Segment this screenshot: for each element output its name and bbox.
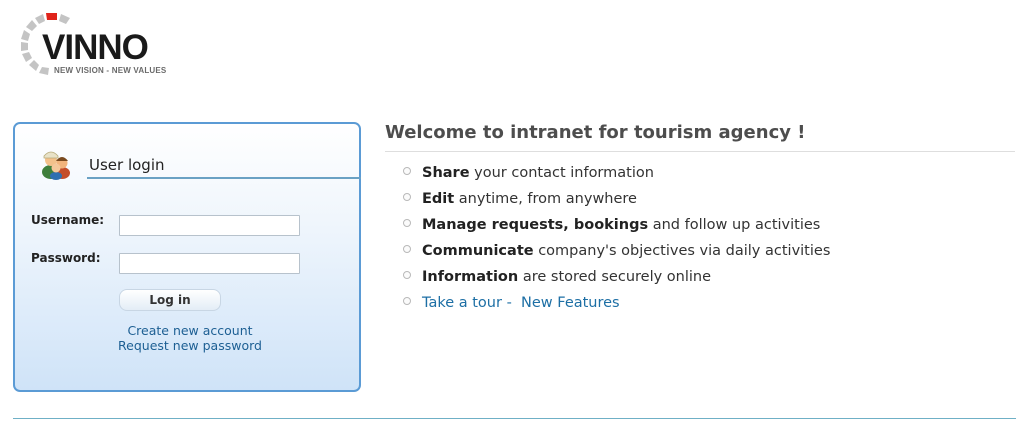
list-item: Take a tour - New Features (403, 293, 830, 319)
tour-separator: - (501, 295, 522, 311)
username-input[interactable] (119, 215, 300, 236)
list-item: Information are stored securely online (403, 267, 830, 293)
password-input[interactable] (119, 253, 300, 274)
login-button[interactable]: Log in (119, 289, 221, 311)
feature-keyword: Information (422, 269, 519, 285)
login-title: User login (89, 156, 165, 174)
create-account-link[interactable]: Create new account (16, 323, 364, 338)
bullet-icon (403, 245, 411, 253)
vinno-logo: VINNO NEW VISION - NEW VALUES (16, 8, 176, 80)
bullet-icon (403, 219, 411, 227)
bullet-icon (403, 271, 411, 279)
feature-keyword: Share (422, 165, 470, 181)
list-item: Communicate company's objectives via dai… (403, 241, 830, 267)
feature-text: your contact information (469, 165, 654, 181)
list-item: Manage requests, bookings and follow up … (403, 215, 830, 241)
list-item: Edit anytime, from anywhere (403, 189, 830, 215)
footer-divider (13, 418, 1016, 419)
list-item: Share your contact information (403, 163, 830, 189)
feature-text: are stored securely online (518, 269, 712, 285)
username-label: Username: (31, 213, 105, 227)
login-panel: User login Username: Password: Log in Cr… (13, 122, 361, 392)
feature-keyword: Manage requests, bookings (422, 217, 649, 233)
welcome-title: Welcome to intranet for tourism agency ! (385, 122, 806, 143)
brand-name: VINNO (42, 28, 149, 67)
feature-keyword: Communicate (422, 243, 534, 259)
feature-keyword: Edit (422, 191, 455, 207)
brand-tagline: NEW VISION - NEW VALUES (54, 66, 167, 75)
bullet-icon (403, 167, 411, 175)
new-features-link[interactable]: New Features (521, 295, 620, 311)
take-tour-link[interactable]: Take a tour (422, 295, 502, 311)
feature-text: company's objectives via daily activitie… (533, 243, 831, 259)
bullet-icon (403, 193, 411, 201)
request-password-link[interactable]: Request new password (16, 338, 364, 353)
feature-list: Share your contact information Edit anyt… (403, 163, 830, 319)
feature-text: and follow up activities (648, 217, 821, 233)
users-icon (39, 146, 73, 180)
bullet-icon (403, 297, 411, 305)
password-label: Password: (31, 251, 101, 265)
login-title-divider (87, 177, 361, 179)
feature-text: anytime, from anywhere (454, 191, 637, 207)
welcome-divider (385, 151, 1015, 152)
